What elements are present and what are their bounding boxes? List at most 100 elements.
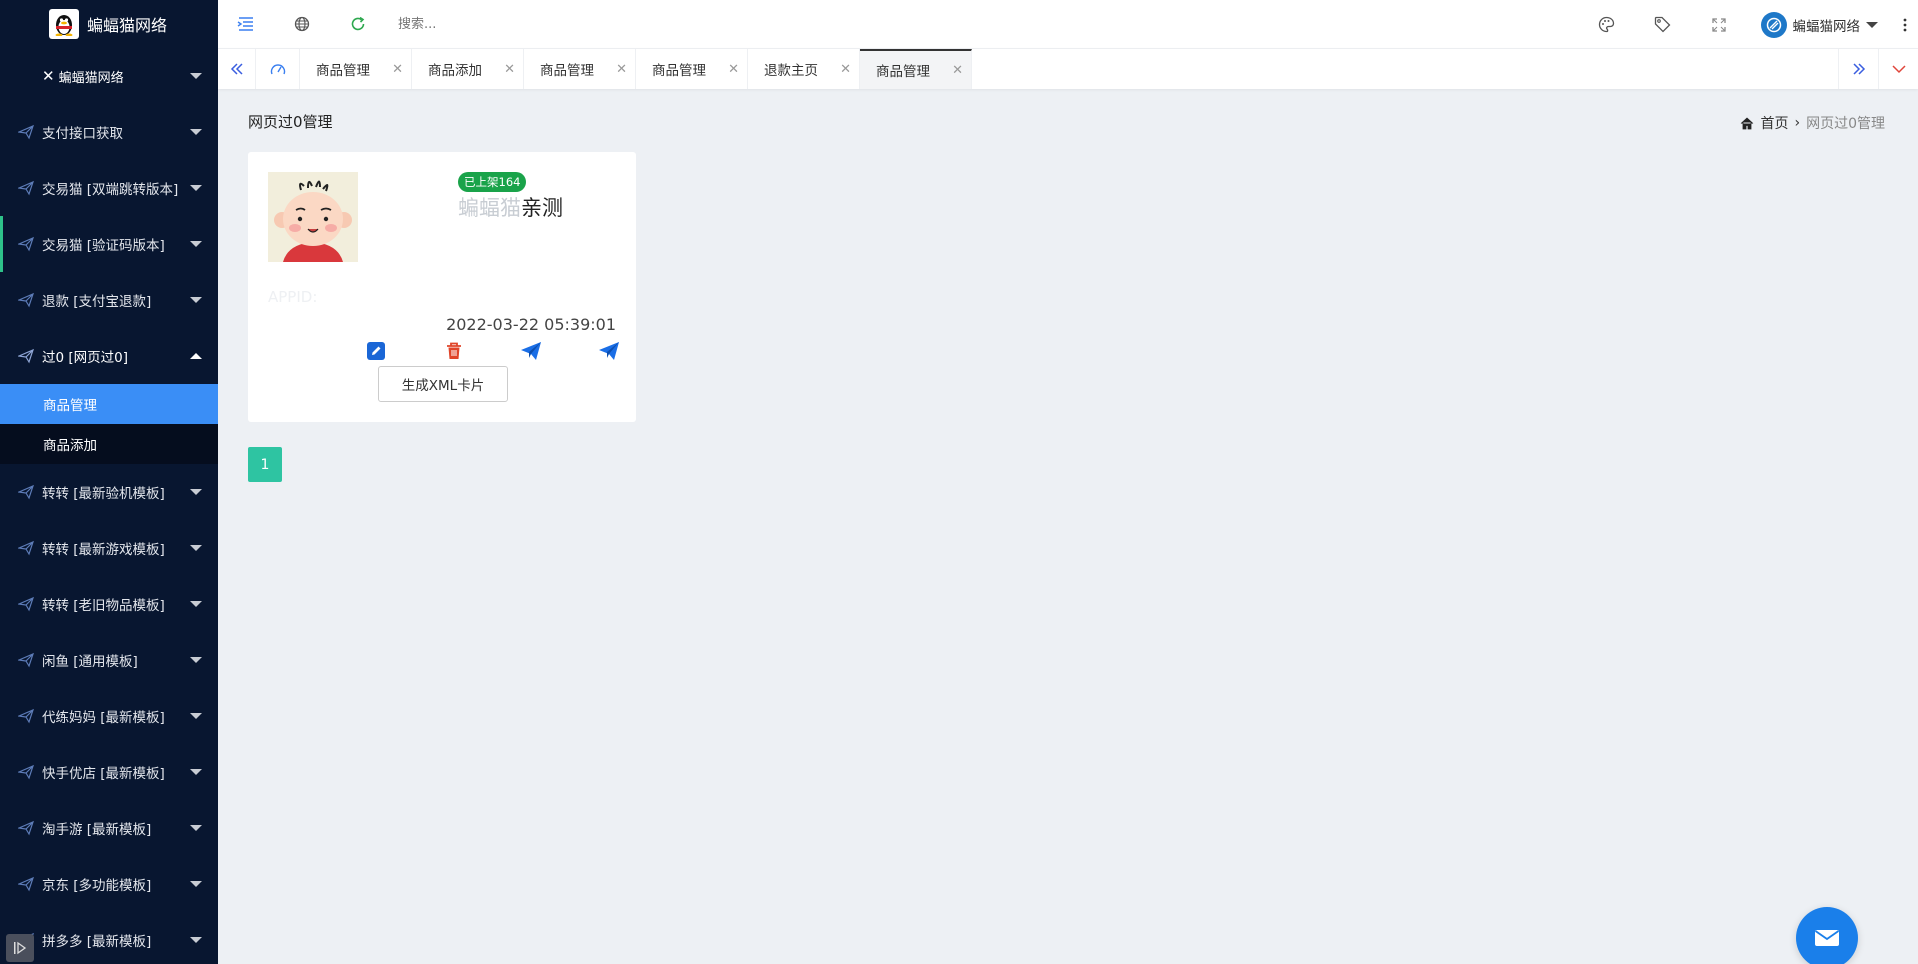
tabs-scroll-right-button[interactable] [1838,49,1878,89]
refresh-icon [351,16,365,31]
baby-cartoon-icon [268,172,358,262]
sidebar-item-zhuanzhuan-inspect[interactable]: 转转 [最新验机模板] [0,464,218,520]
caret-up-icon [190,353,202,359]
sidebar-item-label: 过0 [网页过0] [42,350,129,366]
sidebar-item-zhuanzhuan-old[interactable]: 转转 [老旧物品模板] [0,576,218,632]
tab-product-manage-active[interactable]: 商品管理 ✕ [860,49,972,89]
paper-plane-icon [18,292,34,308]
refresh-button[interactable] [330,0,386,49]
logo[interactable]: 蝙蝠猫网络 [0,0,218,48]
search-input[interactable] [398,9,648,39]
sidebar-subitem-label: 商品管理 [43,398,97,414]
sidebar-item-xianyu[interactable]: 闲鱼 [通用模板] [0,632,218,688]
main-content: 网页过0管理 首页 › 网页过0管理 已上架164 蝙蝠猫亲测 APPID: 2… [218,89,1918,964]
avatar [1760,11,1787,38]
fullscreen-button[interactable] [1691,0,1747,49]
tabs-dropdown-button[interactable] [1878,49,1918,89]
tab-product-manage-3[interactable]: 商品管理 ✕ [636,49,748,89]
close-icon[interactable]: ✕ [616,62,627,77]
sidebar-item-label: 转转 [最新验机模板] [42,486,165,502]
sidebar-subitem-label: 商品添加 [43,438,97,454]
sidebar-item-guo0[interactable]: 过0 [网页过0] [0,328,218,384]
paper-plane-icon [18,596,34,612]
tab-product-add[interactable]: 商品添加 ✕ [412,49,524,89]
globe-button[interactable] [274,0,330,49]
tab-refund-home[interactable]: 退款主页 ✕ [748,49,860,89]
double-chevron-right-icon [1852,63,1865,75]
tabs-scroll-left-button[interactable] [218,49,256,89]
sidebar-user-label: 蝙蝠猫网络 [58,70,124,86]
sidebar-user-menu[interactable]: ✕ 蝙蝠猫网络 [0,48,218,104]
fullscreen-icon [1711,17,1726,32]
palette-icon [1598,16,1615,33]
menu-collapse-button[interactable] [218,0,274,49]
account-menu[interactable]: 蝙蝠猫网络 [1747,0,1893,49]
sidebar-item-payment-api[interactable]: 支付接口获取 [0,104,218,160]
contact-mail-button[interactable] [1796,907,1858,964]
sidebar-item-label: 淘手游 [最新模板] [42,822,152,838]
product-title-main: 亲测 [521,196,563,220]
sidebar-item-label: 京东 [多功能模板] [42,878,152,894]
caret-down-icon [1866,21,1878,28]
close-icon[interactable]: ✕ [952,63,963,78]
caret-down-icon [190,241,202,247]
paper-plane-icon [18,876,34,892]
caret-down-icon [190,601,202,607]
sidebar-item-dailian[interactable]: 代练妈妈 [最新模板] [0,688,218,744]
sidebar-item-jiaoyimao-dual[interactable]: 交易猫 [双端跳转版本] [0,160,218,216]
theme-button[interactable] [1579,0,1635,49]
tabs-bar: 商品管理 ✕ 商品添加 ✕ 商品管理 ✕ 商品管理 ✕ 退款主页 ✕ 商品管理 … [218,49,1918,89]
sidebar-item-label: 拼多多 [最新模板] [42,934,152,950]
sidebar-item-kuaishou[interactable]: 快手优店 [最新模板] [0,744,218,800]
chevron-down-icon [1891,65,1906,74]
sidebar-item-label: 转转 [最新游戏模板] [42,542,165,558]
paper-plane-icon [18,180,34,196]
pagination-page-1[interactable]: 1 [248,447,282,482]
breadcrumb-home[interactable]: 首页 [1760,113,1788,133]
generate-xml-card-button[interactable]: 生成XML卡片 [378,366,508,402]
sidebar-toggle-button[interactable] [6,934,34,962]
close-icon[interactable]: ✕ [840,62,851,77]
double-chevron-left-icon [230,63,243,75]
menu-indent-icon [237,17,253,31]
sidebar-subitem-product-manage[interactable]: 商品管理 [0,384,218,424]
delete-button[interactable] [443,340,465,362]
tab-product-manage-2[interactable]: 商品管理 ✕ [524,49,636,89]
sidebar-item-zhuanzhuan-game[interactable]: 转转 [最新游戏模板] [0,520,218,576]
paper-plane-icon [18,652,34,668]
product-image [268,172,358,262]
sidebar-item-jiaoyimao-captcha[interactable]: 交易猫 [验证码版本] [0,216,218,272]
sidebar-item-taoshouyou[interactable]: 淘手游 [最新模板] [0,800,218,856]
caret-down-icon [190,657,202,663]
tab-label: 商品管理 [540,63,594,79]
globe-icon [294,16,310,32]
sidebar-subitem-product-add[interactable]: 商品添加 [0,424,218,464]
tag-button[interactable] [1635,0,1691,49]
breadcrumb-current: 网页过0管理 [1806,116,1885,132]
tab-dashboard[interactable] [256,49,300,89]
paper-plane-icon [18,236,34,252]
caret-down-icon [190,545,202,551]
close-icon[interactable]: ✕ [728,62,739,77]
tab-label: 商品添加 [428,63,482,79]
sidebar-item-refund[interactable]: 退款 [支付宝退款] [0,272,218,328]
caret-down-icon [190,73,202,79]
sidebar-item-label: 交易猫 [双端跳转版本] [42,182,179,198]
sidebar-item-label: 代练妈妈 [最新模板] [42,710,165,726]
close-icon[interactable]: ✕ [504,62,515,77]
sidebar-item-jd[interactable]: 京东 [多功能模板] [0,856,218,912]
home-icon[interactable] [1740,116,1754,130]
send-button-2[interactable] [598,340,620,362]
edit-button[interactable] [365,340,387,362]
tab-label: 商品管理 [652,63,706,79]
tab-product-manage-1[interactable]: 商品管理 ✕ [300,49,412,89]
close-icon[interactable]: ✕ [392,62,403,77]
send-button-1[interactable] [520,340,542,362]
product-title-faded: 蝙蝠猫 [458,196,521,220]
tab-label: 商品管理 [316,63,370,79]
paper-plane-icon [18,348,34,364]
page-title: 网页过0管理 [248,113,333,131]
paper-plane-icon [18,820,34,836]
more-button[interactable] [1892,0,1918,49]
caret-down-icon [190,489,202,495]
